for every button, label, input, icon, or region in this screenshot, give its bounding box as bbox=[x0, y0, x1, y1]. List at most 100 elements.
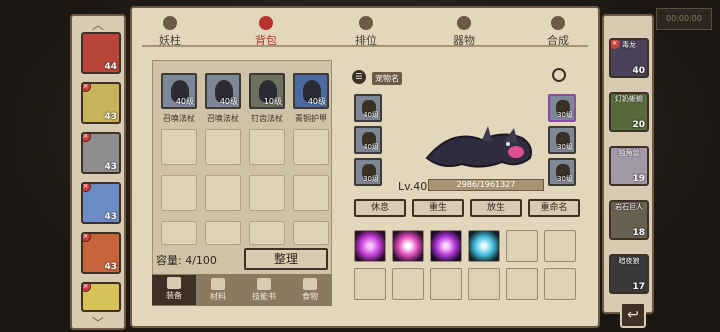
bag-slot-empty[interactable] bbox=[249, 129, 285, 165]
hero-card-2[interactable]: × 43 bbox=[81, 82, 121, 124]
hero-card-5[interactable]: × 43 bbox=[81, 232, 121, 274]
menu-icon[interactable]: ☰ bbox=[352, 70, 366, 84]
remove-icon[interactable]: × bbox=[83, 234, 91, 242]
subtab-material[interactable]: 材料 bbox=[196, 276, 240, 302]
remove-icon[interactable]: × bbox=[83, 184, 91, 192]
skill-slot-empty[interactable] bbox=[430, 268, 462, 300]
pet-equip-left-1[interactable]: 40级 bbox=[354, 94, 382, 122]
tab-icon bbox=[551, 16, 565, 30]
skill-slot-4[interactable] bbox=[468, 230, 500, 262]
equip-level: 30级 bbox=[363, 175, 379, 183]
equip-level: 30级 bbox=[557, 111, 573, 119]
hero-level: 43 bbox=[104, 162, 117, 172]
skill-slot-2[interactable] bbox=[392, 230, 424, 262]
sort-button[interactable]: 整理 bbox=[244, 248, 328, 270]
pet-card-4[interactable]: 岩石巨人 18 bbox=[609, 200, 649, 240]
pet-card-level: 19 bbox=[632, 174, 645, 184]
rail-down-icon[interactable]: ﹀ bbox=[92, 314, 104, 331]
bag-slot-empty[interactable] bbox=[293, 221, 329, 245]
hero-card-3[interactable]: × 43 bbox=[81, 132, 121, 174]
skill-slot-empty[interactable] bbox=[544, 268, 576, 300]
hero-rail: ︿ 44 × 43 × 43 × 43 × 43 × ﹀ bbox=[70, 14, 126, 330]
hero-card-4[interactable]: × 43 bbox=[81, 182, 121, 224]
pet-equip-right-2[interactable]: 30级 bbox=[548, 126, 576, 154]
tab-divider bbox=[142, 45, 588, 47]
item-level: 40级 bbox=[175, 97, 194, 106]
pet-card-level: 40 bbox=[632, 66, 645, 76]
hero-level: 43 bbox=[104, 212, 117, 222]
bag-slot-empty[interactable] bbox=[249, 175, 285, 211]
hero-card-1[interactable]: 44 bbox=[81, 32, 121, 74]
bag-slot-empty[interactable] bbox=[161, 221, 197, 245]
tab-artifact[interactable]: 器物 bbox=[434, 16, 494, 48]
subtab-skillbook[interactable]: 技能书 bbox=[242, 276, 286, 302]
skill-slot-empty[interactable] bbox=[468, 268, 500, 300]
pet-equip-left-3[interactable]: 30级 bbox=[354, 158, 382, 186]
subtab-label: 材料 bbox=[210, 292, 226, 301]
return-button[interactable]: ↩ bbox=[620, 302, 646, 328]
tab-bag[interactable]: 背包 bbox=[236, 16, 296, 48]
skill-slot-empty[interactable] bbox=[506, 230, 538, 262]
bag-slot-empty[interactable] bbox=[205, 221, 241, 245]
tab-craft[interactable]: 合成 bbox=[528, 16, 588, 48]
rest-button[interactable]: 休息 bbox=[354, 199, 406, 217]
pet-equip-right-3[interactable]: 30级 bbox=[548, 158, 576, 186]
subtab-equipment[interactable]: 装备 bbox=[152, 275, 196, 305]
tab-icon bbox=[359, 16, 373, 30]
rename-button[interactable]: 重命名 bbox=[528, 199, 580, 217]
pet-card-level: 20 bbox=[632, 120, 645, 130]
skill-slot-1[interactable] bbox=[354, 230, 386, 262]
remove-icon[interactable]: × bbox=[83, 134, 91, 142]
pet-rail: × 毒龙 40 灯奶蜥蜴 20 独角兽 19 岩石巨人 18 暗夜狼 17 bbox=[602, 14, 654, 314]
bag-slot-3[interactable]: 10级 bbox=[249, 73, 285, 109]
item-name: 召唤法杖 bbox=[207, 114, 239, 123]
pet-card-3[interactable]: 独角兽 19 bbox=[609, 146, 649, 186]
tab-bar: 妖柱 背包 排位 器物 合成 bbox=[132, 8, 598, 48]
bag-slot-1[interactable]: 40级 bbox=[161, 73, 197, 109]
remove-icon[interactable]: × bbox=[83, 284, 91, 292]
bag-slot-4[interactable]: 40级 bbox=[293, 73, 329, 109]
bag-slot-empty[interactable] bbox=[293, 175, 329, 211]
remove-icon[interactable]: × bbox=[83, 84, 91, 92]
tab-rank[interactable]: 排位 bbox=[336, 16, 396, 48]
skill-slot-empty[interactable] bbox=[354, 268, 386, 300]
skill-slot-3[interactable] bbox=[430, 230, 462, 262]
rebirth-button[interactable]: 重生 bbox=[412, 199, 464, 217]
hero-card-6[interactable]: × bbox=[81, 282, 121, 312]
skill-slot-empty[interactable] bbox=[544, 230, 576, 262]
pet-exp-bar: 2986/1961327 bbox=[428, 179, 544, 191]
subtab-label: 技能书 bbox=[252, 292, 276, 301]
bag-slot-empty[interactable] bbox=[205, 129, 241, 165]
skill-slot-empty[interactable] bbox=[506, 268, 538, 300]
item-level: 10级 bbox=[263, 97, 282, 106]
bag-slot-empty[interactable] bbox=[161, 175, 197, 211]
pet-card-name: 毒龙 bbox=[622, 41, 636, 49]
rail-up-icon[interactable]: ︿ bbox=[92, 16, 104, 33]
pet-card-1[interactable]: × 毒龙 40 bbox=[609, 38, 649, 78]
pet-card-2[interactable]: 灯奶蜥蜴 20 bbox=[609, 92, 649, 132]
skill-slot-empty[interactable] bbox=[392, 268, 424, 300]
item-level: 40级 bbox=[219, 97, 238, 106]
bag-slot-empty[interactable] bbox=[205, 175, 241, 211]
equip-level: 40级 bbox=[363, 111, 379, 119]
pet-card-name: 灯奶蜥蜴 bbox=[615, 95, 643, 103]
food-icon bbox=[303, 278, 317, 290]
pet-equip-right-1[interactable]: 30级 bbox=[548, 94, 576, 122]
hero-level: 43 bbox=[104, 112, 117, 122]
tab-yaozhu[interactable]: 妖柱 bbox=[140, 16, 200, 48]
lock-icon[interactable] bbox=[552, 68, 566, 82]
release-button[interactable]: 放生 bbox=[470, 199, 522, 217]
bag-subtabs: 装备 材料 技能书 食物 bbox=[152, 274, 332, 306]
pet-card-5[interactable]: 暗夜狼 17 bbox=[609, 254, 649, 294]
pet-equip-left-2[interactable]: 40级 bbox=[354, 126, 382, 154]
book-icon bbox=[257, 278, 271, 290]
bag-slot-2[interactable]: 40级 bbox=[205, 73, 241, 109]
bag-slot-empty[interactable] bbox=[249, 221, 285, 245]
bag-slot-empty[interactable] bbox=[161, 129, 197, 165]
bag-capacity: 容量: 4/100 bbox=[156, 254, 217, 267]
subtab-food[interactable]: 食物 bbox=[288, 276, 332, 302]
hero-level: 44 bbox=[104, 62, 117, 72]
pet-level: Lv.40 bbox=[398, 180, 428, 193]
pet-card-name: 独角兽 bbox=[618, 149, 640, 157]
bag-slot-empty[interactable] bbox=[293, 129, 329, 165]
